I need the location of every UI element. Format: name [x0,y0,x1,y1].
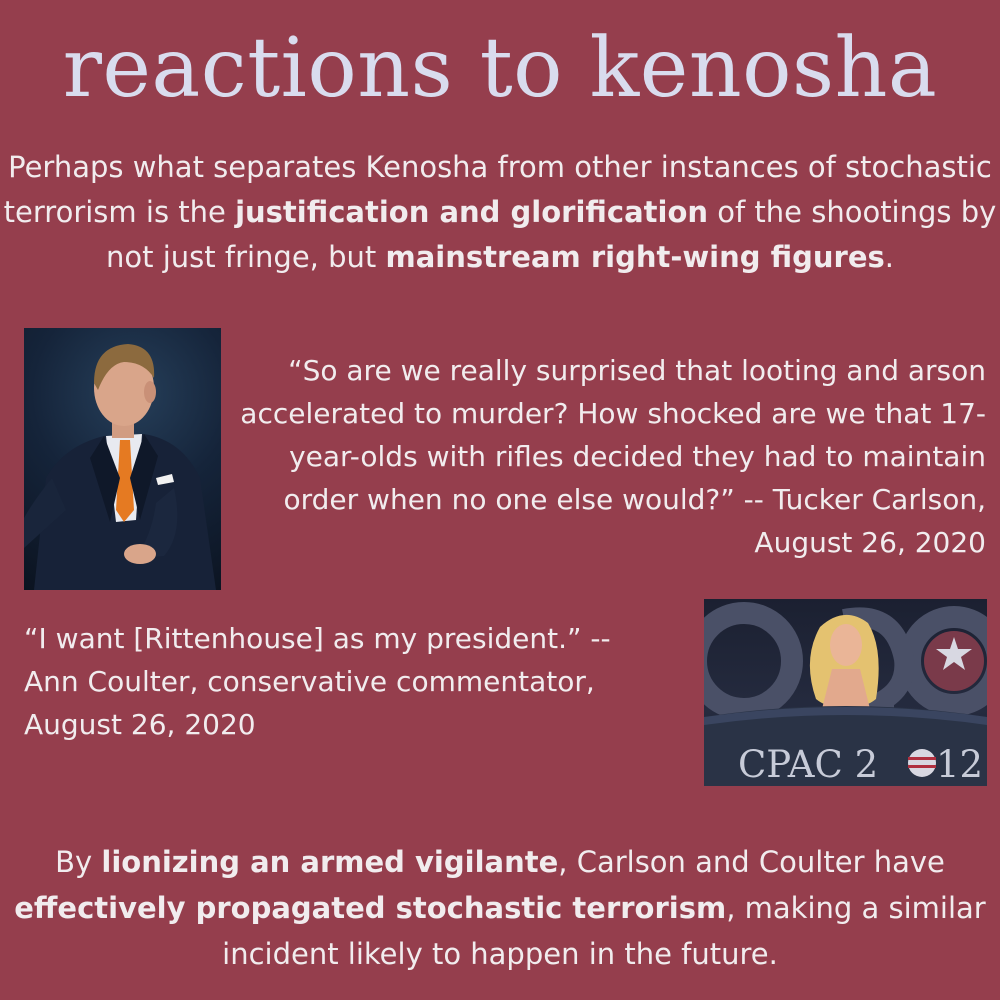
ann-coulter-quote: “I want [Rittenhouse] as my president.” … [24,622,611,741]
outro-text-2: , Carlson and Coulter have [558,845,945,879]
tucker-carlson-photo [24,328,221,590]
intro-emphasis-1: justification and glorification [235,195,709,229]
outro-emphasis-1: lionizing an armed vigilante [101,845,559,879]
tucker-carlson-quote: “So are we really surprised that looting… [240,354,986,559]
cpac-banner-text-tail: 12 [936,743,983,786]
intro-text-3: . [884,240,894,274]
ann-coulter-photo: CPAC 2 12 [704,599,987,786]
outro-text-1: By [55,845,102,879]
outro-emphasis-2: effectively propagated stochastic terror… [14,891,727,925]
tucker-carlson-illustration [24,344,216,590]
ann-coulter-illustration: CPAC 2 12 [704,602,987,786]
intro-paragraph: Perhaps what separates Kenosha from othe… [0,145,1000,280]
intro-emphasis-2: mainstream right-wing figures [385,240,885,274]
cpac-banner-text: CPAC 2 [738,743,878,786]
conclusion-paragraph: By lionizing an armed vigilante, Carlson… [0,839,1000,977]
page-title: reactions to kenosha [62,21,938,116]
